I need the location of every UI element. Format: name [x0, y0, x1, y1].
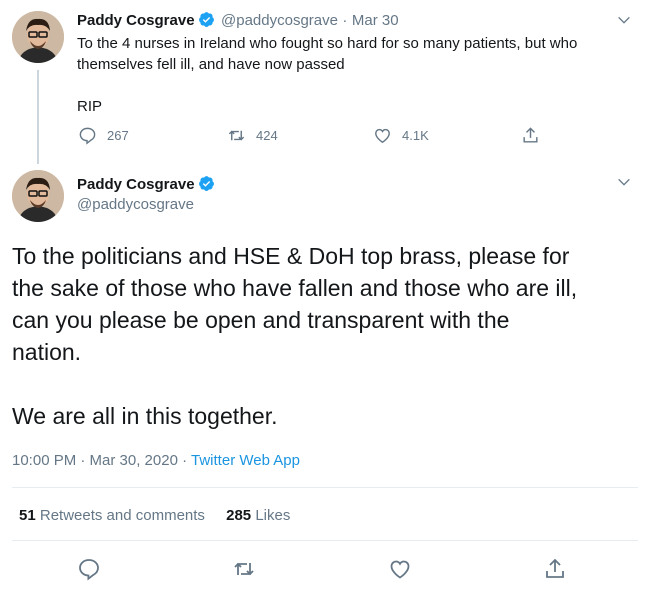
verified-badge-icon	[198, 175, 215, 192]
tweet-source-link[interactable]: Twitter Web App	[191, 452, 300, 469]
retweets-stat[interactable]: 51 Retweets and comments	[19, 507, 205, 524]
retweet-icon	[234, 562, 254, 576]
main-author-name-row: Paddy Cosgrave	[77, 175, 215, 194]
retweet-button[interactable]	[232, 557, 256, 586]
share-icon	[546, 558, 564, 578]
tweet1-header: Paddy Cosgrave @paddycosgrave · Mar 30	[77, 11, 399, 30]
chevron-down-icon[interactable]	[616, 174, 632, 195]
like-icon	[375, 128, 390, 144]
author-name[interactable]: Paddy Cosgrave	[77, 176, 195, 193]
tweet1-line: RIP	[77, 98, 103, 115]
reply-button[interactable]	[77, 557, 101, 586]
author-name[interactable]: Paddy Cosgrave	[77, 12, 195, 29]
reply-count: 267	[107, 128, 129, 143]
retweets-label: Retweets and comments	[39, 507, 205, 524]
share-button[interactable]	[521, 126, 540, 145]
like-button[interactable]: 4.1K	[373, 126, 429, 145]
author-handle[interactable]: @paddycosgrave	[221, 12, 338, 29]
likes-count: 285	[226, 507, 252, 524]
retweets-count: 51	[19, 507, 36, 524]
likes-label: Likes	[255, 507, 291, 524]
like-button[interactable]	[388, 557, 412, 586]
chevron-down-icon[interactable]	[616, 12, 632, 33]
reply-icon	[79, 127, 96, 145]
like-icon	[390, 560, 410, 579]
header-separator: ·	[342, 12, 348, 29]
tweet-meta: 10:00 PM · Mar 30, 2020 · Twitter Web Ap…	[12, 452, 300, 469]
tweet1-line: To the 4 nurses in Ireland who fought so…	[77, 35, 578, 52]
main-tweet-body: To the politicians and HSE & DoH top bra…	[12, 240, 642, 432]
like-count: 4.1K	[402, 128, 429, 143]
main-tweet-line: can you please be open and transparent w…	[12, 307, 510, 333]
main-tweet-line: We are all in this together.	[12, 403, 278, 429]
share-button[interactable]	[543, 557, 567, 586]
divider	[12, 540, 638, 541]
retweet-button[interactable]: 424	[227, 126, 278, 145]
tweet-timestamp[interactable]: 10:00 PM · Mar 30, 2020	[12, 452, 178, 469]
share-icon	[523, 127, 538, 143]
main-tweet-line: the sake of those who have fallen and th…	[12, 275, 578, 301]
tweet1-body: To the 4 nurses in Ireland who fought so…	[77, 33, 637, 117]
reply-icon	[79, 559, 99, 581]
avatar[interactable]	[12, 170, 64, 222]
thread-line	[37, 70, 39, 164]
retweet-icon	[228, 130, 245, 141]
tweet-date[interactable]: Mar 30	[352, 12, 399, 29]
tweet-stats: 51 Retweets and comments 285 Likes	[19, 507, 290, 524]
author-handle[interactable]: @paddycosgrave	[77, 196, 194, 213]
meta-separator: ·	[182, 452, 188, 469]
retweet-count: 424	[256, 128, 278, 143]
avatar[interactable]	[12, 11, 64, 63]
divider	[12, 487, 638, 488]
reply-button[interactable]: 267	[78, 126, 129, 145]
main-tweet-line: nation.	[12, 339, 82, 365]
tweet1-line: themselves fell ill, and have now passed	[77, 56, 345, 73]
main-tweet-line: To the politicians and HSE & DoH top bra…	[12, 243, 570, 269]
verified-badge-icon	[198, 11, 215, 28]
likes-stat[interactable]: 285 Likes	[226, 507, 290, 524]
